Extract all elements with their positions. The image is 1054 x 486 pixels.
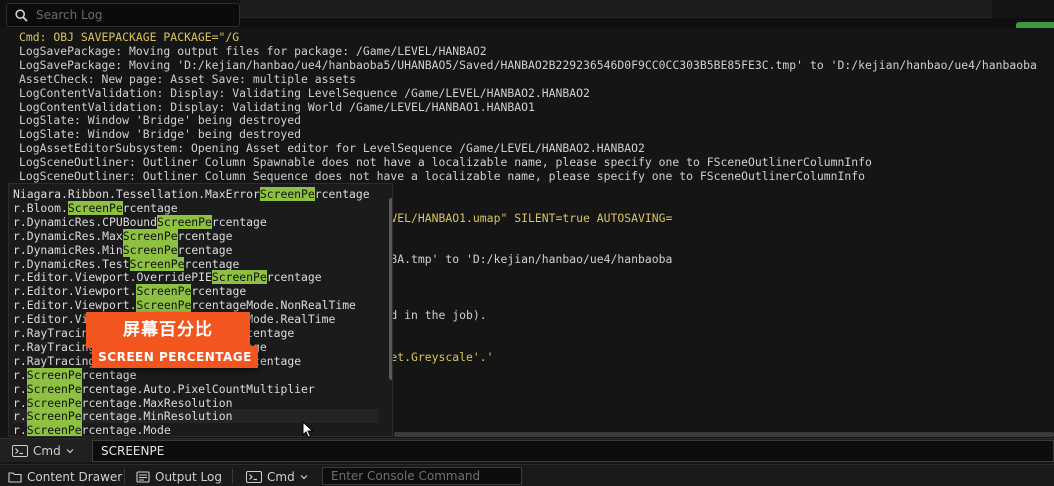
autocomplete-text: r.Editor.Viewport.OverridePIE <box>13 270 212 285</box>
autocomplete-match: ScreenPe <box>67 200 123 215</box>
autocomplete-item[interactable]: r.ScreenPercentage.Mode <box>13 423 171 437</box>
autocomplete-match: ScreenPe <box>211 270 267 285</box>
autocomplete-text: rcentage <box>122 200 178 215</box>
console-icon <box>12 445 28 457</box>
log-line: AssetCheck: New page: Asset Save: multip… <box>19 71 357 86</box>
status-bar: Content Drawer Output Log Cmd <box>0 464 1054 486</box>
log-line: LogSlate: Window 'Bridge' being destroye… <box>19 127 301 142</box>
log-line: LogAssetEditorSubsystem: Opening Asset e… <box>19 141 645 156</box>
autocomplete-text: r. <box>13 423 27 437</box>
chevron-down-icon <box>300 475 308 480</box>
badge-title-cn: 屏幕百分比 <box>86 312 250 348</box>
autocomplete-item[interactable]: r.Editor.Viewport.OverridePIEScreenPerce… <box>13 270 322 285</box>
autocomplete-text: rcentage <box>191 284 247 299</box>
autocomplete-match: ScreenPe <box>136 298 192 313</box>
autocomplete-item[interactable]: r.Bloom.ScreenPercentage <box>13 200 178 215</box>
log-line: LogSceneOutliner: Outliner Column Spawna… <box>19 155 872 170</box>
autocomplete-text: r. <box>13 409 27 424</box>
console-command-input[interactable] <box>92 440 1054 462</box>
log-line: Cmd: OBJ SAVEPACKAGE PACKAGE="/G <box>19 30 240 44</box>
autocomplete-text: rcentage <box>184 256 240 271</box>
log-line: LogSavePackage: Moving output files for … <box>19 43 487 58</box>
output-log-label: Output Log <box>155 470 222 484</box>
cmd-dropdown[interactable]: Cmd <box>12 442 74 460</box>
autocomplete-text: Niagara.Ribbon.Tessellation.MaxError <box>13 187 260 201</box>
badge-title-en: SCREEN PERCENTAGE <box>92 346 258 368</box>
autocomplete-match: ScreenPe <box>122 228 178 243</box>
autocomplete-text: rcentage <box>266 270 322 285</box>
autocomplete-scrollbar[interactable] <box>389 198 392 380</box>
autocomplete-popup: Niagara.Ribbon.Tessellation.MaxErrorScre… <box>8 183 393 437</box>
chevron-down-icon <box>66 449 74 454</box>
autocomplete-text: rcentage <box>81 367 137 382</box>
log-line: LogContentValidation: Display: Validatin… <box>19 85 590 100</box>
autocomplete-text: r.DynamicRes.Min <box>13 242 123 257</box>
autocomplete-item[interactable]: r.DynamicRes.TestScreenPercentage <box>13 256 240 271</box>
autocomplete-match: ScreenPe <box>26 367 82 382</box>
autocomplete-text: rcentage.MaxResolution <box>81 395 233 410</box>
autocomplete-match: ScreenPe <box>122 242 178 257</box>
autocomplete-item[interactable]: Niagara.Ribbon.Tessellation.MaxErrorScre… <box>13 187 370 201</box>
cmd-dropdown-label: Cmd <box>33 444 61 458</box>
content-drawer-label: Content Drawer <box>27 470 123 484</box>
log-line: LogSavePackage: Moving 'D:/kejian/hanbao… <box>19 57 1037 72</box>
search-log-box[interactable] <box>6 3 240 27</box>
screen-percentage-badge: 屏幕百分比 SCREEN PERCENTAGE <box>86 312 258 368</box>
log-horizontal-scrollbar[interactable] <box>394 432 1054 437</box>
autocomplete-text: rcentageMode.NonRealTime <box>191 298 356 313</box>
autocomplete-text: r.DynamicRes.Test <box>13 256 130 271</box>
autocomplete-text: rcentage <box>177 228 233 243</box>
autocomplete-item[interactable]: r.ScreenPercentage.MaxResolution <box>13 395 233 410</box>
status-divider <box>232 469 233 483</box>
output-log-icon <box>136 471 150 483</box>
autocomplete-text: rcentage <box>211 214 267 229</box>
autocomplete-text: rcentage.MinResolution <box>81 409 233 424</box>
autocomplete-item[interactable]: r.DynamicRes.MaxScreenPercentage <box>13 228 233 243</box>
console-command-field[interactable] <box>322 467 522 485</box>
autocomplete-text: r.DynamicRes.CPUBound <box>13 214 158 229</box>
content-drawer-icon <box>8 472 22 483</box>
autocomplete-match: ScreenPe <box>259 187 315 201</box>
content-drawer-button[interactable]: Content Drawer <box>8 468 122 486</box>
log-line: LogContentValidation: Display: Validatin… <box>19 99 535 114</box>
autocomplete-match: ScreenPe <box>26 395 82 410</box>
search-log-input[interactable] <box>36 8 226 22</box>
status-cmd-dropdown[interactable]: Cmd <box>246 468 308 486</box>
log-line: LogSceneOutliner: Outliner Column Sequen… <box>19 169 865 183</box>
autocomplete-text: r.Editor.Viewport. <box>13 284 137 299</box>
log-line: LogSlate: Window 'Bridge' being destroye… <box>19 113 301 128</box>
autocomplete-item[interactable]: r.ScreenPercentage.Auto.PixelCountMultip… <box>13 381 315 396</box>
top-right-panel <box>992 0 1054 18</box>
autocomplete-text: r.DynamicRes.Max <box>13 228 123 243</box>
autocomplete-match: ScreenPe <box>26 409 82 424</box>
top-panel <box>240 0 992 18</box>
search-icon <box>15 8 28 22</box>
autocomplete-text: r. <box>13 367 27 382</box>
autocomplete-item[interactable]: r.ScreenPercentage.MinResolution <box>13 409 379 424</box>
status-divider <box>124 469 125 483</box>
console-icon <box>246 471 262 483</box>
autocomplete-text: r. <box>13 395 27 410</box>
autocomplete-text: rcentage.Mode <box>81 423 171 437</box>
autocomplete-text: r. <box>13 381 27 396</box>
autocomplete-match: ScreenPe <box>129 256 185 271</box>
mouse-cursor-icon <box>302 421 314 439</box>
autocomplete-text: r.Editor.Viewport. <box>13 298 137 313</box>
autocomplete-match: ScreenPe <box>26 423 82 437</box>
status-cmd-label: Cmd <box>267 470 295 484</box>
autocomplete-text: rcentage.Auto.PixelCountMultiplier <box>81 381 315 396</box>
autocomplete-item[interactable]: r.DynamicRes.MinScreenPercentage <box>13 242 233 257</box>
autocomplete-item[interactable]: r.Editor.Viewport.ScreenPercentageMode.N… <box>13 298 356 313</box>
command-bar: Cmd <box>0 438 1054 462</box>
autocomplete-match: ScreenPe <box>157 214 212 229</box>
autocomplete-item[interactable]: r.Editor.Viewport.ScreenPercentage <box>13 284 247 299</box>
autocomplete-text: rcentage <box>314 187 370 201</box>
autocomplete-match: ScreenPe <box>26 381 82 396</box>
autocomplete-text: rcentage <box>177 242 233 257</box>
autocomplete-item[interactable]: r.DynamicRes.CPUBoundScreenPercentage <box>13 214 267 229</box>
autocomplete-text: r.Bloom. <box>13 200 68 215</box>
autocomplete-item[interactable]: r.ScreenPercentage <box>13 367 137 382</box>
output-log-button[interactable]: Output Log <box>136 468 222 486</box>
autocomplete-match: ScreenPe <box>136 284 192 299</box>
